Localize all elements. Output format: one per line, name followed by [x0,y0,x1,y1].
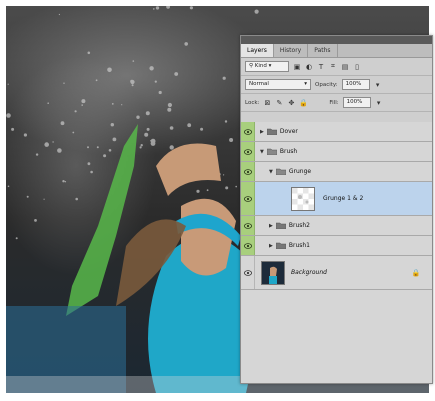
tab-history[interactable]: History [274,44,309,57]
opacity-value: 100% [345,81,362,87]
pixel-filter-icon[interactable]: ▣ [293,63,301,71]
folder-icon [275,242,286,249]
layer-row-dover[interactable]: ▶ Dover [241,122,432,142]
kind-filter-value: Kind [254,63,267,69]
layer-name: Brush1 [288,242,310,249]
layers-panel: Layers History Paths ⚲ Kind ▾ ▣ ◐ T ⌗ ▤ … [240,35,433,384]
eye-icon[interactable] [241,162,255,181]
fill-value: 100% [346,99,363,105]
shape-filter-icon[interactable]: ⌗ [329,62,337,71]
lock-row: Lock: ⊠ ✎ ✥ 🔒 Fill: 100% ▾ [241,94,432,112]
eye-icon[interactable] [241,122,255,141]
tab-paths[interactable]: Paths [308,44,338,57]
app-window: Layers History Paths ⚲ Kind ▾ ▣ ◐ T ⌗ ▤ … [0,0,435,401]
adjustment-filter-icon[interactable]: ◐ [305,63,313,71]
layer-row-brush2[interactable]: ▶ Brush2 [241,216,432,236]
folder-open-icon [266,148,277,155]
collapse-arrow-icon[interactable]: ▼ [260,149,264,155]
eye-icon[interactable] [241,216,255,235]
chevron-down-icon: ▾ [304,81,307,87]
lock-pixels-icon[interactable]: ✎ [275,99,283,107]
blend-mode-select[interactable]: Normal ▾ [245,79,311,90]
opacity-input[interactable]: 100% [341,79,370,90]
layer-name: Brush [279,148,298,155]
background-thumbnail [261,260,285,285]
opacity-label: Opacity: [315,81,338,88]
lock-label: Lock: [245,99,260,106]
lock-position-icon[interactable]: ✥ [287,99,295,107]
expand-arrow-icon[interactable]: ▶ [260,129,264,135]
layer-row-background[interactable]: Background 🔒 [241,256,432,290]
tab-layers[interactable]: Layers [241,44,274,57]
layer-name: Dover [279,128,298,135]
layer-name: Brush2 [288,222,310,229]
blend-row: Normal ▾ Opacity: 100% ▾ [241,76,432,94]
type-filter-icon[interactable]: T [317,63,325,71]
opacity-dropdown-icon[interactable]: ▾ [374,81,382,89]
fill-label: Fill: [329,99,339,106]
eye-icon[interactable] [241,182,255,215]
collapse-arrow-icon[interactable]: ▼ [269,169,273,175]
filter-toggle-icon[interactable]: ▯ [353,63,361,71]
search-icon: ⚲ [249,63,254,69]
layer-row-brush1[interactable]: ▶ Brush1 [241,236,432,256]
layer-name: Grunge 1 & 2 [323,195,364,202]
lock-transparency-icon[interactable]: ⊠ [263,99,271,107]
lock-icon: 🔒 [411,268,421,277]
folder-icon [266,128,277,135]
chevron-down-icon: ▾ [268,63,272,69]
layer-row-brush[interactable]: ▼ Brush [241,142,432,162]
kind-filter-select[interactable]: ⚲ Kind ▾ [245,61,289,72]
layer-row-grunge-1-2[interactable]: Grunge 1 & 2 [241,182,432,216]
smart-object-filter-icon[interactable]: ▤ [341,63,349,71]
layer-list: ▶ Dover ▼ Brush ▼ Grunge Grunge 1 & 2 ▶ … [241,122,432,383]
expand-arrow-icon[interactable]: ▶ [269,243,273,249]
panel-tabs: Layers History Paths [241,44,432,58]
layer-name: Background [291,269,327,276]
layer-name: Grunge [288,168,312,175]
folder-open-icon [275,168,286,175]
layer-thumbnail [291,186,315,211]
folder-icon [275,222,286,229]
eye-icon[interactable] [241,236,255,255]
layer-row-grunge[interactable]: ▼ Grunge [241,162,432,182]
fill-input[interactable]: 100% [342,97,371,108]
expand-arrow-icon[interactable]: ▶ [269,223,273,229]
blend-mode-value: Normal [249,81,269,87]
filter-row: ⚲ Kind ▾ ▣ ◐ T ⌗ ▤ ▯ [241,58,432,76]
lock-all-icon[interactable]: 🔒 [299,99,308,107]
panel-title-bar[interactable] [241,36,432,44]
eye-icon[interactable] [241,142,255,161]
fill-dropdown-icon[interactable]: ▾ [375,99,383,107]
eye-icon[interactable] [241,256,255,289]
